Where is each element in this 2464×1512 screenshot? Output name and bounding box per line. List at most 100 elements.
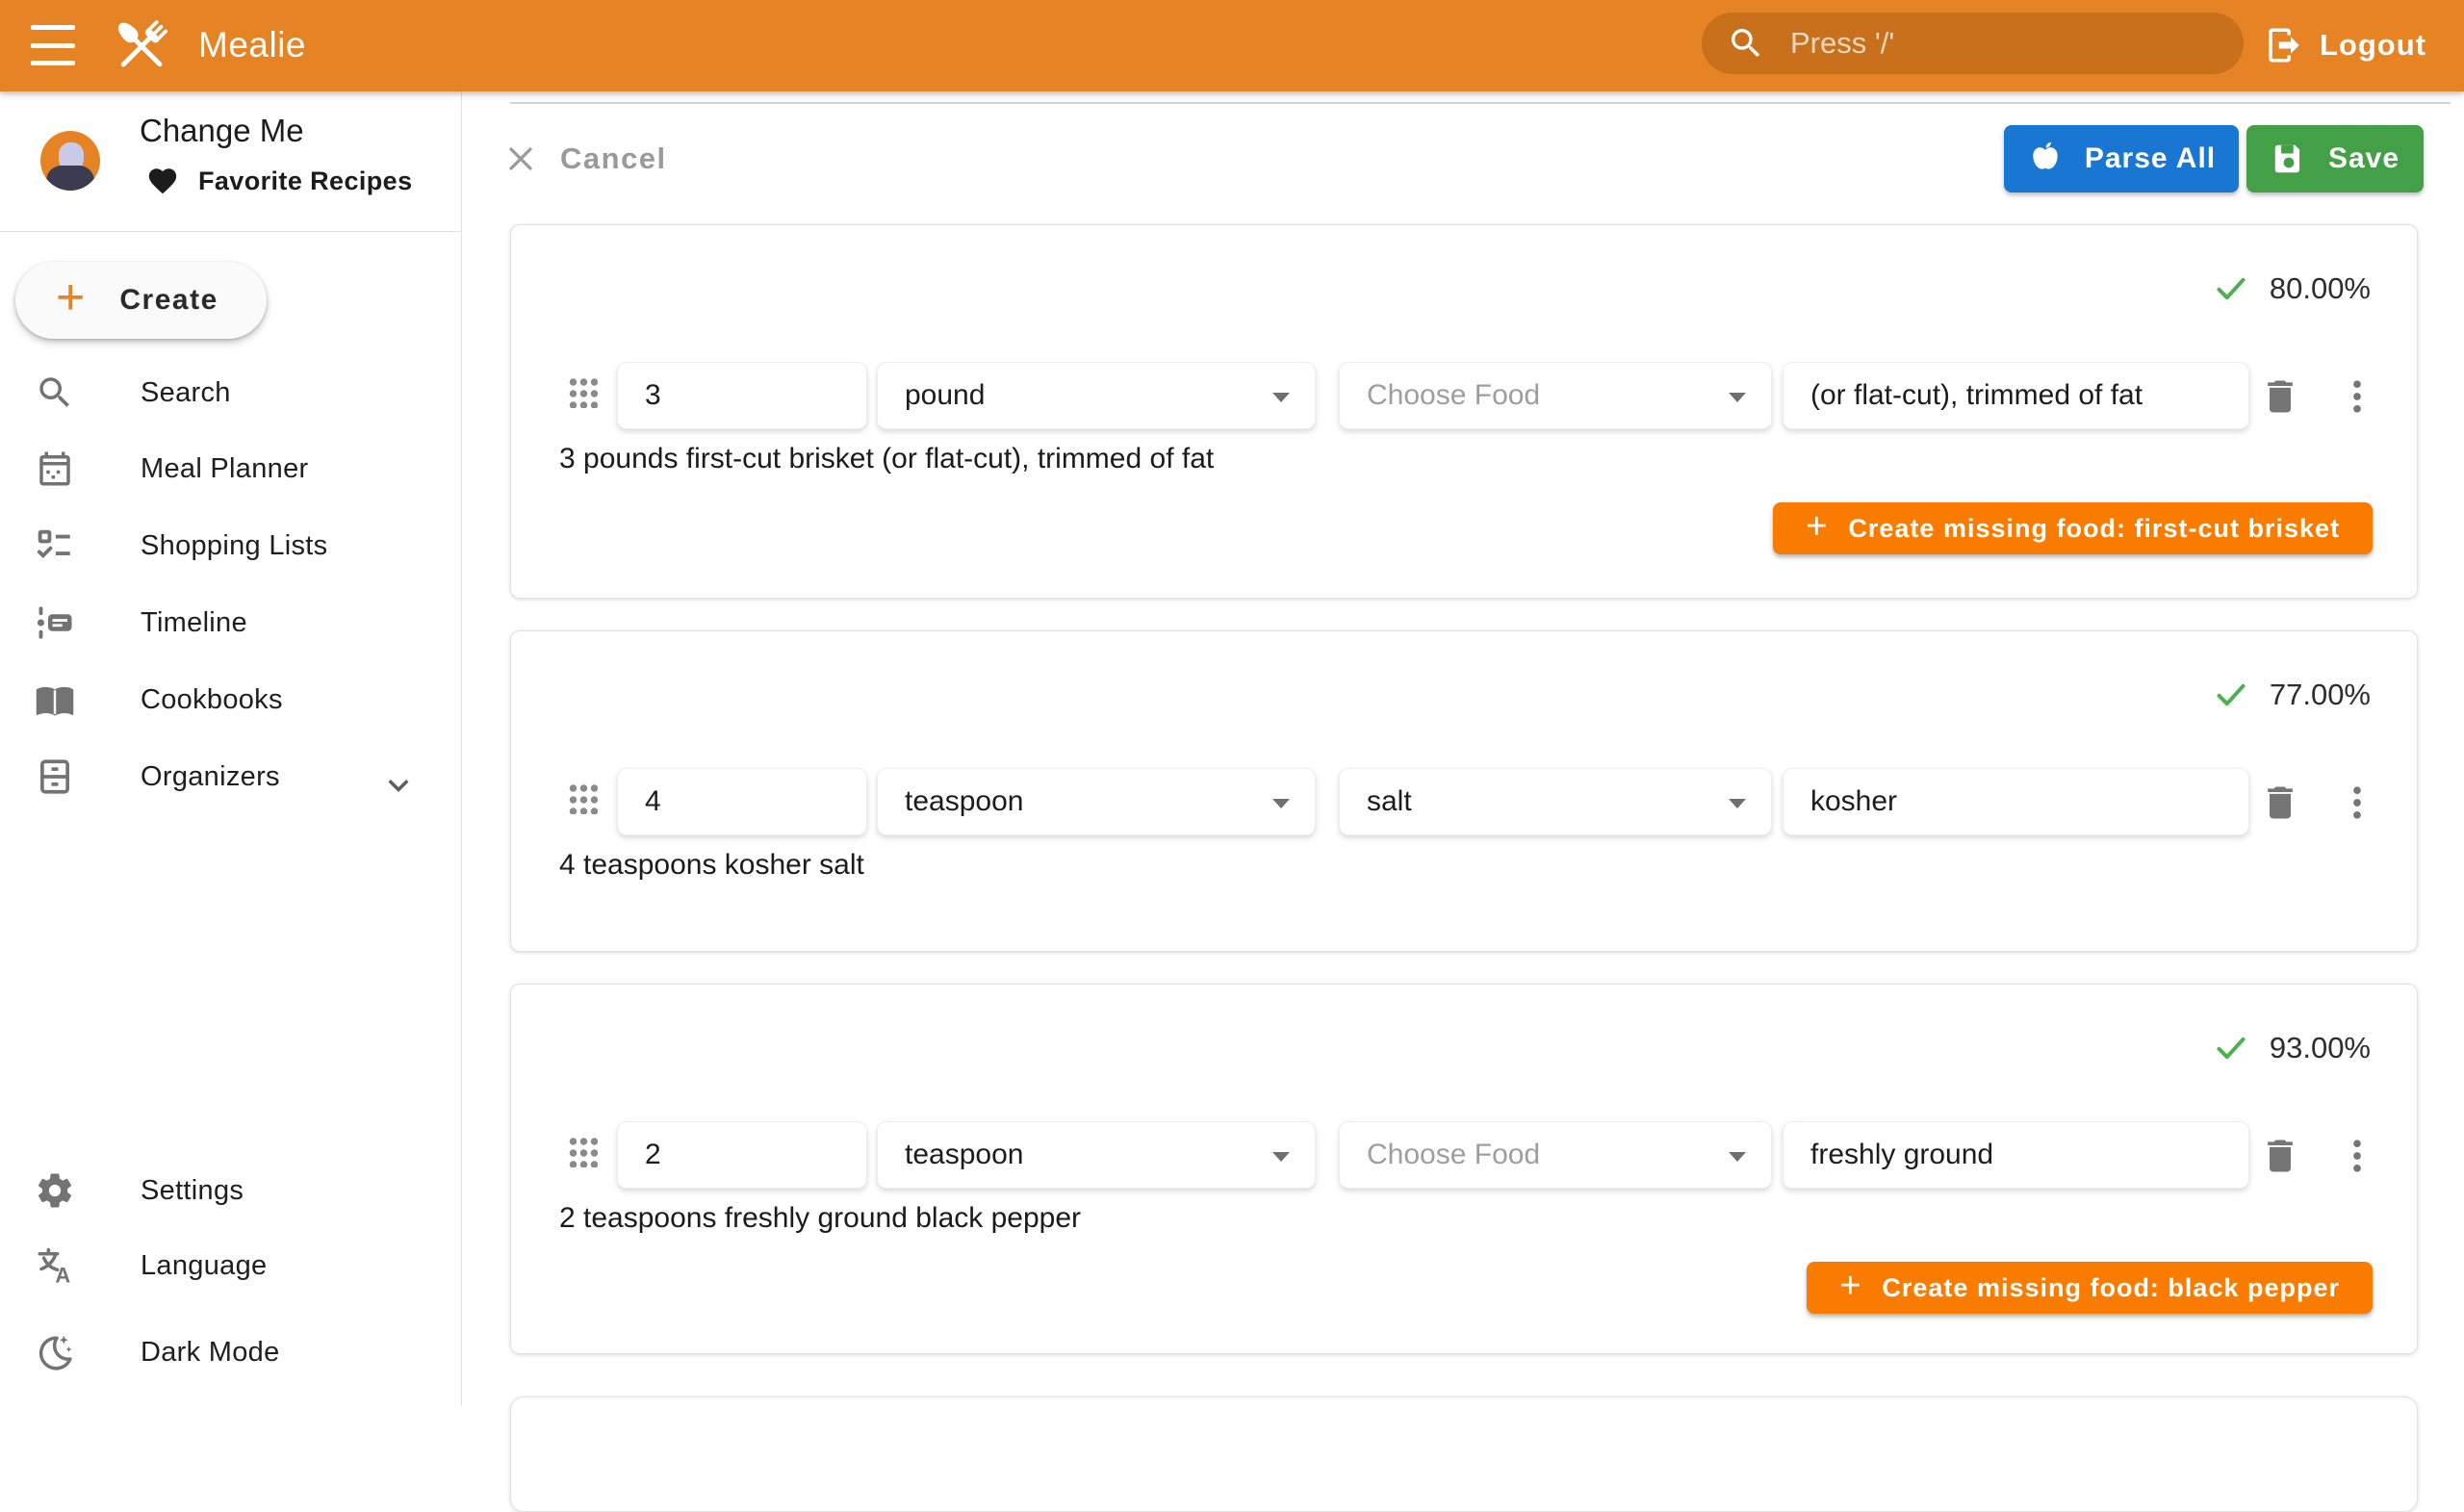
- note-input[interactable]: kosher: [1783, 768, 2249, 835]
- chevron-down-icon: [1272, 799, 1290, 808]
- avatar[interactable]: [40, 131, 100, 191]
- create-missing-food-button[interactable]: + Create missing food: black pepper: [1807, 1262, 2373, 1314]
- create-button[interactable]: + Create: [15, 262, 267, 339]
- create-missing-food-button[interactable]: + Create missing food: first-cut brisket: [1773, 502, 2373, 554]
- apple-icon: [2027, 141, 2064, 177]
- plus-icon: +: [1806, 508, 1827, 545]
- ingredient-original-text: 2 teaspoons freshly ground black pepper: [559, 1202, 1081, 1235]
- silverware-logo-icon: [108, 13, 175, 80]
- check-icon: [2212, 269, 2250, 308]
- sidebar-item-dark-mode[interactable]: Dark Mode: [0, 1314, 461, 1391]
- sidebar-item-cookbooks[interactable]: Cookbooks: [0, 661, 461, 738]
- search-icon: [35, 372, 75, 413]
- parse-all-button[interactable]: Parse All: [2004, 125, 2239, 192]
- save-icon: [2271, 141, 2307, 177]
- ingredient-menu-button[interactable]: [2332, 1131, 2382, 1181]
- app-bar: Mealie Press '/' Logout: [0, 0, 2464, 91]
- note-input[interactable]: freshly ground: [1783, 1121, 2249, 1189]
- delete-ingredient-button[interactable]: [2255, 1131, 2305, 1181]
- menu-button[interactable]: [31, 25, 75, 65]
- chevron-down-icon: [1272, 1152, 1290, 1162]
- ingredient-menu-button[interactable]: [2332, 778, 2382, 828]
- confidence-value: 77.00%: [2270, 678, 2371, 712]
- confidence-badge: 77.00%: [2212, 674, 2371, 716]
- ingredient-original-text: 3 pounds first-cut brisket (or flat-cut)…: [559, 443, 1214, 475]
- user-name: Change Me: [140, 113, 304, 149]
- chevron-down-icon: [1729, 799, 1746, 808]
- chevron-down-icon: [1729, 393, 1746, 402]
- kebab-icon: [2336, 375, 2378, 418]
- sidebar-item-label: Shopping Lists: [141, 530, 327, 562]
- quantity-input[interactable]: 2: [617, 1121, 867, 1189]
- sidebar-item-settings[interactable]: Settings: [0, 1152, 461, 1229]
- translate-icon: A: [35, 1245, 75, 1286]
- cancel-label: Cancel: [560, 141, 667, 176]
- hamburger-icon: [31, 25, 75, 30]
- checklist-icon: [35, 525, 75, 566]
- gear-icon: [35, 1170, 75, 1211]
- svg-text:A: A: [55, 1264, 70, 1287]
- plus-icon: +: [1839, 1268, 1861, 1304]
- search-input[interactable]: Press '/': [1702, 13, 2244, 74]
- parse-all-label: Parse All: [2085, 142, 2216, 175]
- ingredient-card: 93.00% 2 teaspoon Choose Food freshly gr…: [510, 984, 2418, 1354]
- check-icon: [2212, 676, 2250, 714]
- chevron-down-icon[interactable]: [378, 765, 419, 806]
- create-button-label: Create: [119, 284, 218, 317]
- timeline-icon: [35, 602, 75, 643]
- main-content: Cancel Parse All Save 80.00% 3 pound: [462, 91, 2464, 1405]
- unit-select[interactable]: teaspoon: [877, 768, 1316, 835]
- kebab-icon: [2336, 782, 2378, 824]
- food-select[interactable]: Choose Food: [1339, 1121, 1772, 1189]
- sidebar-item-shopping-lists[interactable]: Shopping Lists: [0, 507, 461, 584]
- drag-handle[interactable]: [567, 375, 598, 408]
- quantity-input[interactable]: 4: [617, 768, 867, 835]
- chevron-down-icon: [1272, 393, 1290, 402]
- sidebar-item-label: Cookbooks: [141, 684, 283, 716]
- search-icon: [1727, 24, 1765, 63]
- sidebar-item-label: Meal Planner: [141, 453, 308, 485]
- sidebar-item-search[interactable]: Search: [0, 354, 461, 431]
- delete-ingredient-button[interactable]: [2255, 372, 2305, 422]
- ingredient-card: 80.00% 3 pound Choose Food (or flat-cut)…: [510, 224, 2418, 599]
- cancel-button[interactable]: Cancel: [506, 138, 667, 180]
- logout-button[interactable]: Logout: [2264, 21, 2426, 69]
- ingredient-original-text: 4 teaspoons kosher salt: [559, 849, 864, 882]
- content-divider: [510, 102, 2451, 104]
- ingredient-card: 77.00% 4 teaspoon salt kosher 4 teaspoon…: [510, 630, 2418, 952]
- open-book-icon: [35, 679, 75, 720]
- moon-icon: [35, 1332, 75, 1372]
- logout-icon: [2264, 25, 2304, 65]
- drag-handle[interactable]: [567, 1135, 598, 1167]
- confidence-value: 93.00%: [2270, 1031, 2371, 1065]
- food-select[interactable]: Choose Food: [1339, 362, 1772, 429]
- ingredient-card: [510, 1397, 2418, 1512]
- close-icon: [506, 144, 535, 173]
- sidebar-item-organizers[interactable]: Organizers: [0, 738, 461, 815]
- sidebar-item-timeline[interactable]: Timeline: [0, 584, 461, 661]
- sidebar-item-label: Dark Mode: [141, 1337, 280, 1369]
- drag-handle[interactable]: [567, 782, 598, 814]
- logout-label: Logout: [2320, 28, 2426, 63]
- note-input[interactable]: (or flat-cut), trimmed of fat: [1783, 362, 2249, 429]
- save-label: Save: [2328, 142, 2400, 175]
- trash-icon: [2259, 782, 2301, 824]
- confidence-badge: 80.00%: [2212, 268, 2371, 310]
- food-select[interactable]: salt: [1339, 768, 1772, 835]
- delete-ingredient-button[interactable]: [2255, 778, 2305, 828]
- unit-select[interactable]: teaspoon: [877, 1121, 1316, 1189]
- favorite-recipes-link[interactable]: Favorite Recipes: [146, 165, 413, 197]
- chevron-down-icon: [1729, 1152, 1746, 1162]
- save-button[interactable]: Save: [2246, 125, 2424, 192]
- sidebar-item-meal-planner[interactable]: Meal Planner: [0, 430, 461, 507]
- sidebar-item-language[interactable]: A Language: [0, 1227, 461, 1304]
- check-icon: [2212, 1029, 2250, 1067]
- sidebar-item-label: Timeline: [141, 607, 247, 639]
- unit-select[interactable]: pound: [877, 362, 1316, 429]
- ingredient-menu-button[interactable]: [2332, 372, 2382, 422]
- calendar-icon: [35, 448, 75, 489]
- quantity-input[interactable]: 3: [617, 362, 867, 429]
- sidebar-item-label: Search: [141, 377, 231, 409]
- sidebar-item-label: Language: [141, 1250, 267, 1282]
- plus-icon: +: [56, 272, 85, 322]
